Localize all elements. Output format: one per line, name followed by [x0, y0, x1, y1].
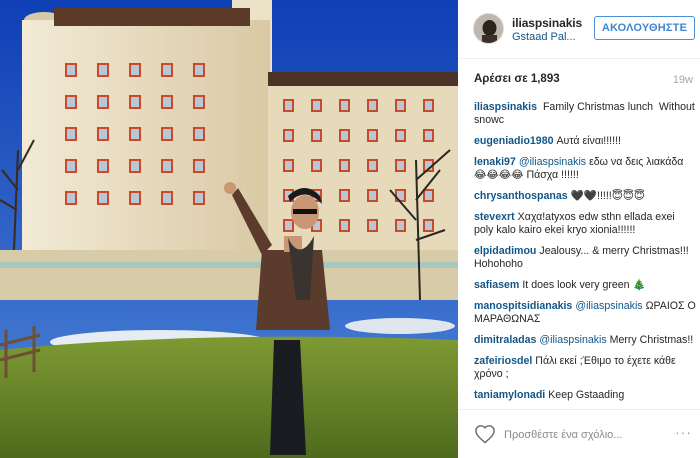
comment-username[interactable]: stevexrt [474, 211, 515, 223]
comment-username[interactable]: zafeiriosdel [474, 355, 532, 367]
follow-button[interactable]: ΑΚΟΛΟΥΘΗΣΤΕ [594, 16, 695, 40]
heart-outline-icon[interactable] [474, 424, 496, 444]
comment-username[interactable]: safiasem [474, 279, 519, 291]
comment-username[interactable]: chrysanthospanas [474, 190, 568, 202]
comment-username[interactable]: elpidadimou [474, 245, 536, 257]
comment-footer: ··· [458, 409, 700, 458]
comment-mention[interactable]: @iliaspsinakis [539, 334, 606, 346]
comment-item: eugeniadio1980 Αυτά είναι!!!!!! [474, 135, 696, 148]
post-side-panel: iliaspsinakis Gstaad Pal... ΑΚΟΛΟΥΘΗΣΤΕ … [458, 0, 700, 458]
comment-username[interactable]: taniamylonadi [474, 389, 545, 401]
post-location[interactable]: Gstaad Pal... [512, 31, 592, 43]
comment-item: manospitsidianakis @iliaspsinakis ΩΡΑΙΟΣ … [474, 300, 696, 326]
comment-mention[interactable]: @iliaspsinakis [519, 156, 586, 168]
post-header: iliaspsinakis Gstaad Pal... ΑΚΟΛΟΥΘΗΣΤΕ [458, 0, 700, 59]
comment-username[interactable]: lenaki97 [474, 156, 516, 168]
comment-item: taniamylonadi Keep Gstaading [474, 389, 696, 402]
comment-item: chrysanthospanas 🖤🖤!!!!!😇😇😇 [474, 190, 696, 203]
comment-text: Αυτά είναι!!!!!! [556, 135, 621, 147]
comment-item: iliaspsinakis Family Christmas lunch Wit… [474, 101, 696, 127]
likes-row: Αρέσει σε 1,893 19w [458, 59, 700, 99]
comment-text: 🖤🖤!!!!!😇😇😇 [570, 190, 645, 202]
hotel-photo-illustration [0, 0, 458, 458]
comment-username[interactable]: dimitraladas [474, 334, 536, 346]
comment-item: zafeiriosdel Πάλι εκεί ;Έθιμο το έχετε κά… [474, 355, 696, 381]
comments-list: iliaspsinakis Family Christmas lunch Wit… [474, 101, 696, 410]
comment-username[interactable]: eugeniadio1980 [474, 135, 553, 147]
avatar-image [474, 14, 503, 43]
comment-username[interactable]: manospitsidianakis [474, 300, 572, 312]
comment-text: Merry Christmas!! [609, 334, 694, 346]
likes-count[interactable]: Αρέσει σε 1,893 [474, 73, 560, 85]
comment-text: It does look very green 🎄 [522, 279, 646, 291]
post-photo[interactable] [0, 0, 458, 458]
comment-item: safiasem It does look very green 🎄 [474, 279, 696, 292]
comment-item: elpidadimou Jealousy... & merry Christmas… [474, 245, 696, 271]
comment-mention[interactable]: @iliaspsinakis [575, 300, 642, 312]
ellipsis-icon[interactable]: ··· [675, 424, 692, 440]
comment-input[interactable] [504, 426, 664, 444]
comment-item: stevexrt Χαχα!atyxos edw sthn ellada exei… [474, 211, 696, 237]
comment-item: dimitraladas @iliaspsinakis Merry Christm… [474, 334, 696, 347]
post-time[interactable]: 19w [673, 74, 693, 86]
avatar[interactable] [473, 13, 504, 44]
post-username[interactable]: iliaspsinakis [512, 16, 582, 30]
comment-text: Keep Gstaading [548, 389, 625, 401]
comment-item: lenaki97 @iliaspsinakis εδω να δεις λιακά… [474, 156, 696, 182]
comment-username[interactable]: iliaspsinakis [474, 101, 537, 113]
